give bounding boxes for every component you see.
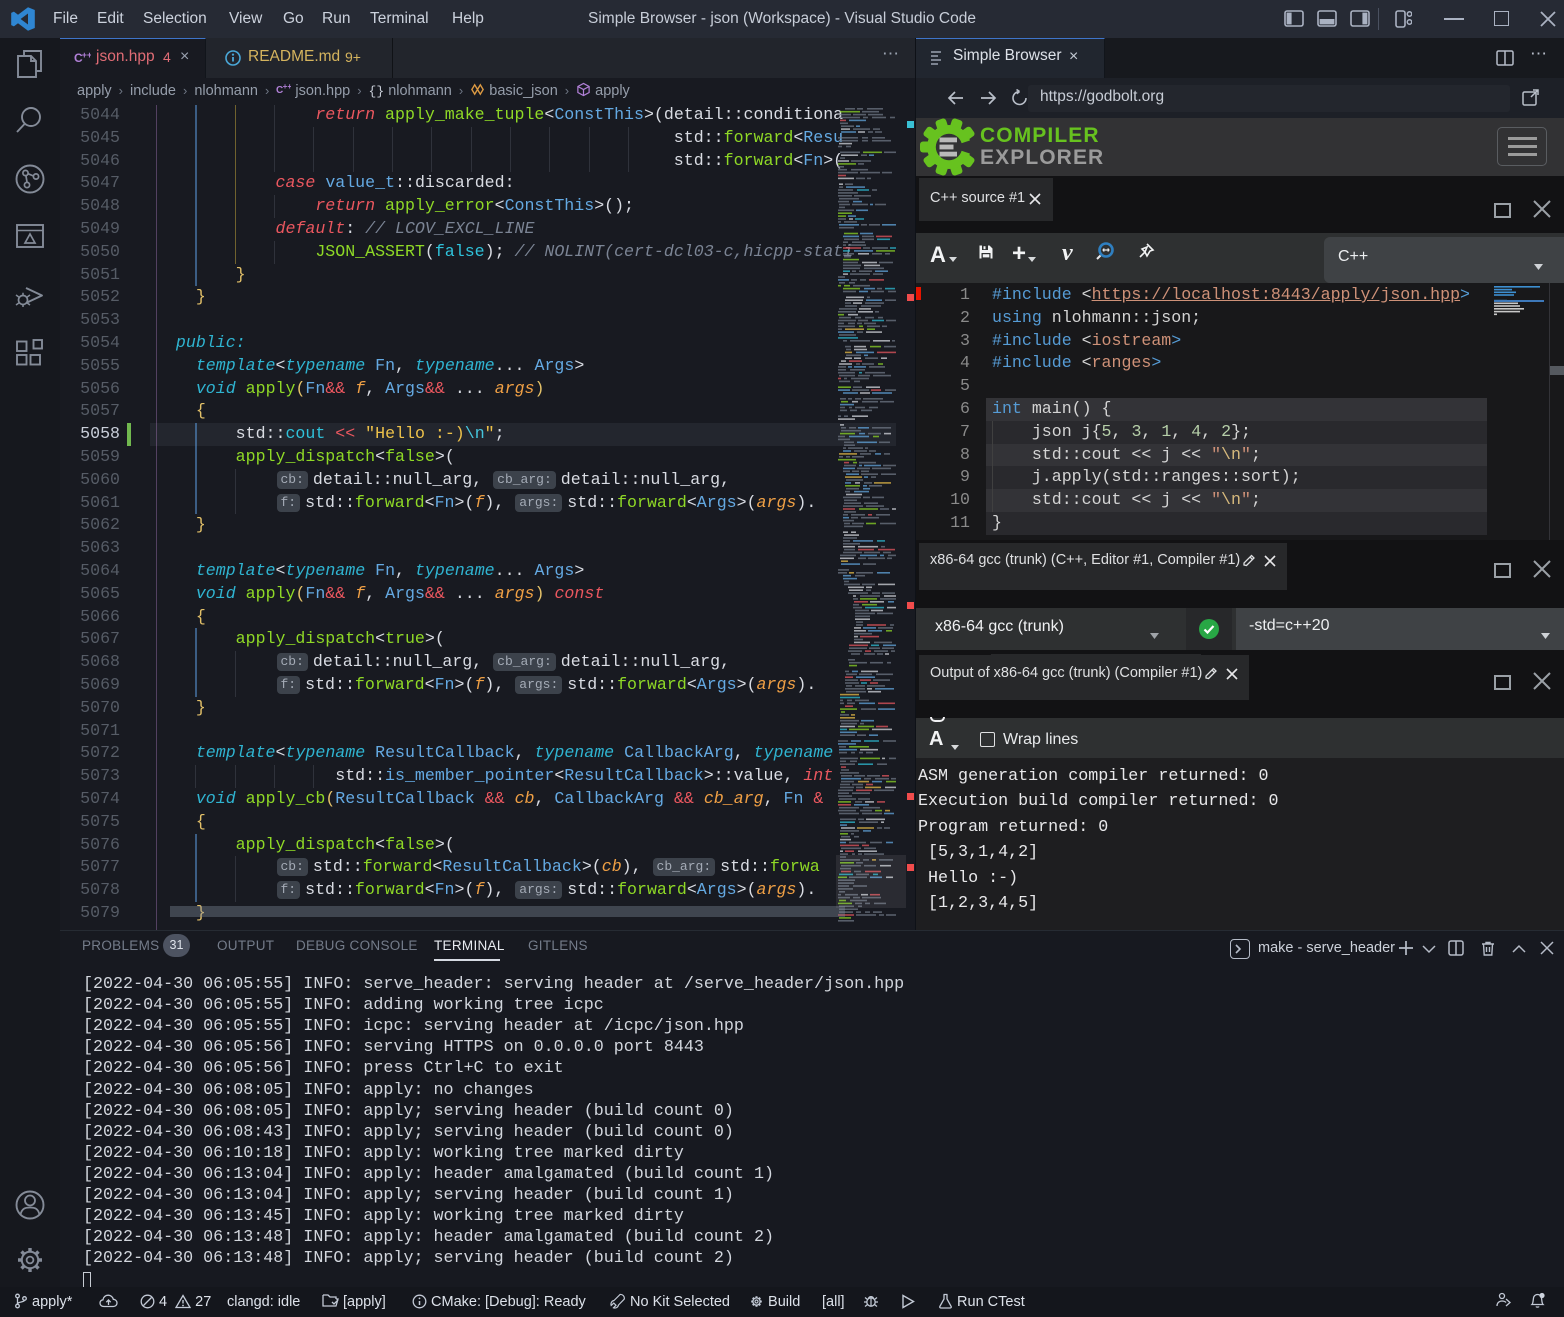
svg-text:++: ++ <box>283 83 291 91</box>
svg-text:++: ++ <box>82 50 91 60</box>
